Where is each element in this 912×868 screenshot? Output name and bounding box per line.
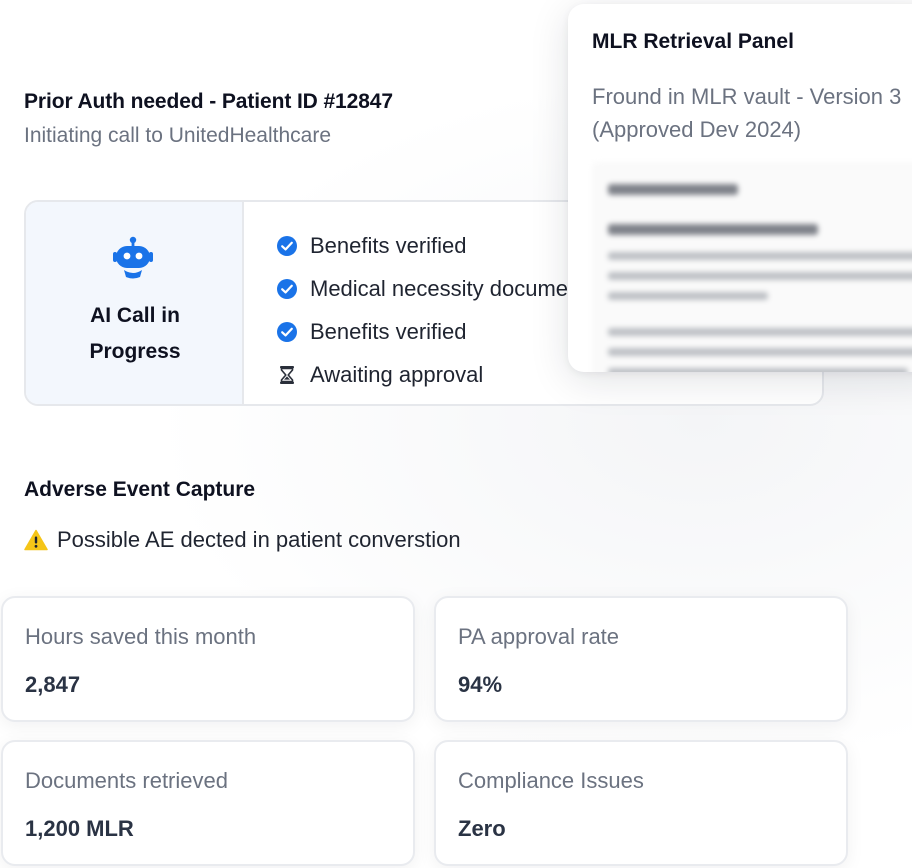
page: Prior Auth needed - Patient ID #12847 In… xyxy=(0,0,912,868)
step-medical-necessity: Medical necessity documented xyxy=(276,267,611,310)
stat-value: 94% xyxy=(458,672,503,697)
hourglass-icon xyxy=(280,365,294,384)
mlr-found-line1: Fround in MLR vault - Version 3 xyxy=(592,84,902,109)
stat-card-pa-approval-rate: PA approval rate 94% xyxy=(434,596,848,722)
mlr-found-line2: (Approved Dev 2024) xyxy=(592,117,802,142)
stat-label: Compliance Issues xyxy=(458,768,644,793)
stat-card-hours-saved: Hours saved this month 2,847 xyxy=(1,596,415,722)
stat-label: PA approval rate xyxy=(458,624,620,649)
warning-icon xyxy=(24,529,48,551)
stat-card-compliance-issues: Compliance Issues Zero xyxy=(434,740,848,866)
call-status-panel: AI Call in Progress xyxy=(26,202,244,404)
mlr-panel-title: MLR Retrieval Panel xyxy=(592,30,794,53)
prior-auth-title: Prior Auth needed - Patient ID #12847 xyxy=(24,90,393,113)
stat-label: Hours saved this month xyxy=(25,624,257,649)
call-steps-list: Benefits verified Medical necessity docu… xyxy=(276,224,611,396)
step-benefits-verified-2: Benefits verified xyxy=(276,310,611,353)
call-status-line1: AI Call in xyxy=(90,304,180,327)
call-status-label: AI Call in Progress xyxy=(26,298,244,370)
stat-label: Documents retrieved xyxy=(25,768,228,793)
mlr-document-preview[interactable] xyxy=(592,162,912,372)
stat-value: 1,200 MLR xyxy=(25,816,134,841)
check-circle-icon xyxy=(277,321,297,342)
mlr-found-text: Fround in MLR vault - Version 3 (Approve… xyxy=(592,80,912,146)
call-status-line2: Progress xyxy=(89,340,181,363)
step-benefits-verified: Benefits verified xyxy=(276,224,611,267)
check-circle-icon xyxy=(277,278,297,299)
step-label: Medical necessity documented xyxy=(310,275,611,301)
stat-value: Zero xyxy=(458,816,506,841)
stat-card-documents-retrieved: Documents retrieved 1,200 MLR xyxy=(1,740,415,866)
step-label: Benefits verified xyxy=(310,232,467,258)
stat-value: 2,847 xyxy=(25,672,81,697)
check-circle-icon xyxy=(277,235,297,256)
step-awaiting-approval: Awaiting approval xyxy=(276,353,611,396)
step-label: Benefits verified xyxy=(310,318,467,344)
step-label: Awaiting approval xyxy=(310,361,484,387)
adverse-event-title: Adverse Event Capture xyxy=(24,478,256,501)
adverse-event-alert-text: Possible AE dected in patient converstio… xyxy=(57,527,461,552)
robot-icon xyxy=(113,236,153,279)
adverse-event-alert: Possible AE dected in patient converstio… xyxy=(24,527,461,553)
prior-auth-subtitle: Initiating call to UnitedHealthcare xyxy=(24,124,332,147)
mlr-retrieval-panel: MLR Retrieval Panel Fround in MLR vault … xyxy=(568,4,912,372)
